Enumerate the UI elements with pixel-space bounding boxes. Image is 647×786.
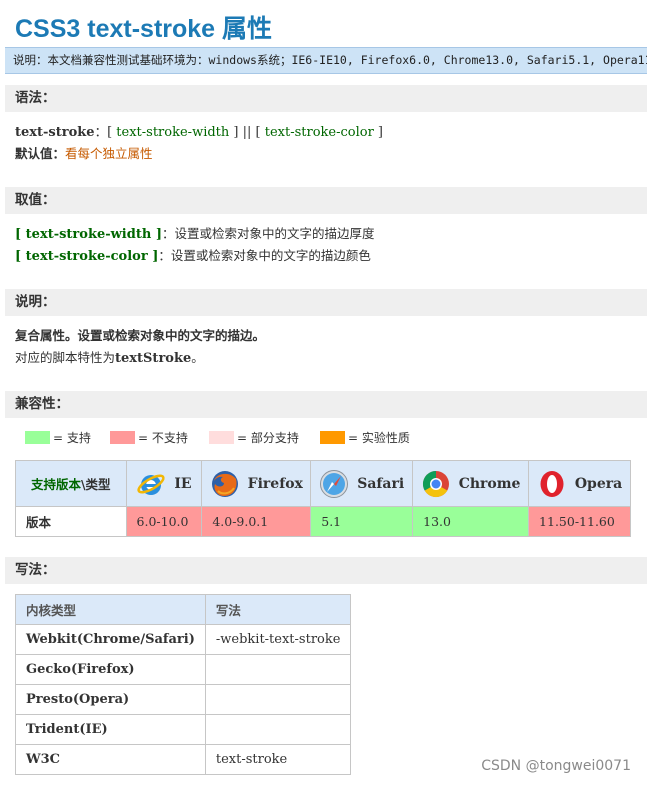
legend-item-unsupported: = 不支持 xyxy=(110,431,188,446)
syntax-cell xyxy=(204,654,352,685)
browser-name: Opera xyxy=(574,475,623,492)
chrome-icon xyxy=(422,470,449,497)
browser-name: Firefox xyxy=(247,475,303,492)
table-row: Gecko(Firefox) xyxy=(15,654,352,685)
syntax-cell xyxy=(204,684,352,715)
legend-swatch xyxy=(110,431,135,444)
values-heading: 取值： xyxy=(5,187,647,214)
default-value: 看每个独立属性 xyxy=(65,146,153,161)
compat-corner-type: \类型 xyxy=(80,477,111,492)
compat-header-row: 支持版本\类型 IE Firefox Safari Chrome Opera xyxy=(15,460,631,507)
syntax-width-link[interactable]: text-stroke-width xyxy=(116,125,229,140)
writing-heading: 写法： xyxy=(5,557,647,584)
syntax-separator: ] || [ xyxy=(229,125,265,140)
browser-name: Chrome xyxy=(458,475,521,492)
compat-corner: 支持版本\类型 xyxy=(15,460,127,507)
compat-corner-version: 支持版本 xyxy=(30,477,81,492)
browser-name: Safari xyxy=(357,475,405,492)
compat-version-row: 版本 6.0-10.0 4.0-9.0.1 5.1 13.0 11.50-11.… xyxy=(15,506,631,537)
browser-opera: Opera xyxy=(528,460,631,507)
browser-chrome: Chrome xyxy=(412,460,530,507)
writing-col-syntax: 写法 xyxy=(204,594,352,625)
kernel-cell: Gecko(Firefox) xyxy=(15,654,206,685)
safari-icon xyxy=(320,469,349,498)
legend-swatch xyxy=(209,431,234,444)
description-line-2: 对应的脚本特性为textStroke。 xyxy=(15,349,204,368)
compat-heading: 兼容性： xyxy=(5,391,647,418)
syntax-cell: text-stroke xyxy=(204,744,352,775)
legend-label: = 不支持 xyxy=(138,431,188,445)
description-heading: 说明： xyxy=(5,289,647,316)
value-name-width: [ text-stroke-width ] xyxy=(15,227,162,242)
legend-item-experimental: = 实验性质 xyxy=(320,431,410,446)
legend-item-partial: = 部分支持 xyxy=(209,431,299,446)
compat-table: 支持版本\类型 IE Firefox Safari Chrome Opera 版… xyxy=(15,460,631,537)
legend-swatch xyxy=(25,431,50,444)
compat-row-label: 版本 xyxy=(15,506,127,537)
description-line-1: 复合属性。设置或检索对象中的文字的描边。 xyxy=(15,328,266,343)
syntax-color-link[interactable]: text-stroke-color xyxy=(265,125,374,140)
browser-firefox: Firefox xyxy=(201,460,312,507)
syntax-close: ] xyxy=(373,125,384,140)
browser-ie: IE xyxy=(125,460,203,507)
version-cell-chrome: 13.0 xyxy=(412,506,530,537)
value-item: [ text-stroke-width ]：设置或检索对象中的文字的描边厚度 xyxy=(15,225,375,244)
syntax-colon: ： xyxy=(94,124,108,139)
legend-label: = 支持 xyxy=(53,431,91,445)
legend-label: = 部分支持 xyxy=(237,431,299,445)
legend-swatch xyxy=(320,431,345,444)
table-row: Trident(IE) xyxy=(15,714,352,745)
firefox-icon xyxy=(211,470,238,497)
browser-name: IE xyxy=(174,475,192,492)
version-cell-safari: 5.1 xyxy=(310,506,414,537)
writing-header-row: 内核类型 写法 xyxy=(15,594,352,625)
legend-item-supported: = 支持 xyxy=(25,431,91,446)
value-name-color: [ text-stroke-color ] xyxy=(15,249,159,264)
version-cell-firefox: 4.0-9.0.1 xyxy=(201,506,312,537)
opera-icon xyxy=(540,470,564,497)
version-cell-opera: 11.50-11.60 xyxy=(528,506,631,537)
description-suffix: 。 xyxy=(191,350,204,365)
default-line: 默认值：看每个独立属性 xyxy=(15,145,153,163)
version-cell-ie: 6.0-10.0 xyxy=(125,506,203,537)
watermark: CSDN @tongwei0071 xyxy=(481,758,631,774)
syntax-property: text-stroke xyxy=(15,125,95,140)
description-prefix: 对应的脚本特性为 xyxy=(15,350,116,365)
syntax-heading: 语法： xyxy=(5,85,647,112)
browser-safari: Safari xyxy=(310,460,414,507)
environment-note: 说明：本文档兼容性测试基础环境为：windows系统；IE6-IE10, Fir… xyxy=(5,47,647,74)
value-item: [ text-stroke-color ]：设置或检索对象中的文字的描边颜色 xyxy=(15,247,371,266)
kernel-cell: Webkit(Chrome/Safari) xyxy=(15,624,206,655)
description-script-name: textStroke xyxy=(115,351,192,366)
ie-icon xyxy=(137,474,165,495)
value-desc-color: ：设置或检索对象中的文字的描边颜色 xyxy=(158,248,371,263)
kernel-cell: Presto(Opera) xyxy=(15,684,206,715)
default-label: 默认值： xyxy=(15,146,66,161)
kernel-cell: W3C xyxy=(15,744,206,775)
page-title: CSS3 text-stroke 属性 xyxy=(15,15,273,43)
table-row: W3C text-stroke xyxy=(15,744,352,775)
syntax-cell xyxy=(204,714,352,745)
kernel-cell: Trident(IE) xyxy=(15,714,206,745)
table-row: Webkit(Chrome/Safari) -webkit-text-strok… xyxy=(15,624,352,655)
syntax-line: text-stroke：[ text-stroke-width ] || [ t… xyxy=(15,123,383,142)
writing-table: 内核类型 写法 Webkit(Chrome/Safari) -webkit-te… xyxy=(15,594,352,775)
writing-col-kernel: 内核类型 xyxy=(15,594,206,625)
syntax-open: [ xyxy=(107,125,117,140)
table-row: Presto(Opera) xyxy=(15,684,352,715)
legend-label: = 实验性质 xyxy=(348,431,410,445)
value-desc-width: ：设置或检索对象中的文字的描边厚度 xyxy=(161,226,375,241)
syntax-cell: -webkit-text-stroke xyxy=(204,624,352,655)
